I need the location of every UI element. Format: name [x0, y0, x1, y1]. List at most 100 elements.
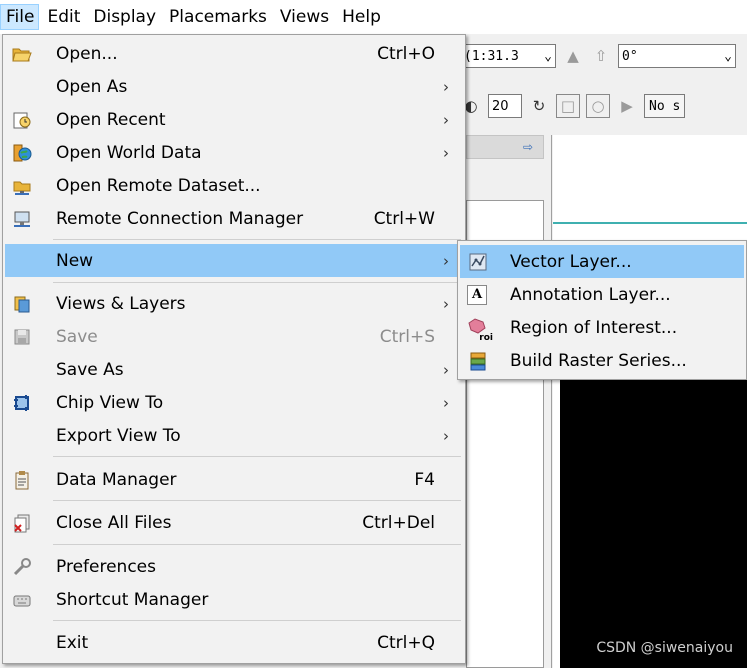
- menu-item-label: Remote Connection Manager: [56, 208, 304, 229]
- menu-item-label: Open Remote Dataset...: [56, 175, 261, 196]
- monitor-icon: [11, 208, 33, 230]
- menu-item-close-all-files[interactable]: Close All Files Ctrl+Del: [5, 506, 463, 539]
- menu-item-label: Open World Data: [56, 142, 202, 163]
- chevron-right-icon: ›: [443, 393, 449, 412]
- toolbar-row-2: ◐ 20 ↻ □ ○ ▶ No s: [460, 90, 747, 122]
- wrench-icon: [11, 556, 33, 578]
- menu-item-label: Chip View To: [56, 392, 164, 413]
- menu-separator: [53, 544, 461, 545]
- menu-item-save-as[interactable]: Save As ›: [5, 353, 463, 386]
- folder-open-icon: [11, 43, 33, 65]
- menu-item-remote-connection-manager[interactable]: Remote Connection Manager Ctrl+W: [5, 202, 463, 235]
- menubar: File Edit Display Placemarks Views Help: [0, 0, 747, 34]
- menu-item-label: Close All Files: [56, 512, 172, 533]
- menu-item-label: Open As: [56, 76, 128, 97]
- menu-item-open-as[interactable]: Open As ›: [5, 70, 463, 103]
- menu-item-preferences[interactable]: Preferences: [5, 550, 463, 583]
- stretch-field[interactable]: 20: [488, 94, 522, 118]
- menu-edit[interactable]: Edit: [41, 4, 85, 30]
- chevron-right-icon: ›: [443, 294, 449, 313]
- rotation-combo[interactable]: 0° ⌄: [618, 44, 736, 68]
- keyboard-icon: [11, 589, 33, 611]
- shortcut-label: F4: [414, 469, 435, 490]
- menu-item-views-layers[interactable]: Views & Layers ›: [5, 287, 463, 320]
- roi-label: roi: [479, 332, 493, 343]
- chevron-right-icon: ›: [443, 360, 449, 379]
- shortcut-label: Ctrl+O: [377, 43, 435, 64]
- globe-icon: [11, 142, 33, 164]
- scale-value: (1:31.3: [464, 48, 519, 64]
- rotate-up-icon[interactable]: ▲: [562, 45, 584, 67]
- menu-item-label: Region of Interest...: [510, 317, 678, 338]
- menu-item-open-remote-dataset[interactable]: Open Remote Dataset...: [5, 169, 463, 202]
- menu-item-shortcut-manager[interactable]: Shortcut Manager: [5, 583, 463, 616]
- shortcut-label: Ctrl+Del: [362, 512, 435, 533]
- menu-item-open-recent[interactable]: Open Recent ›: [5, 103, 463, 136]
- menu-item-label: Build Raster Series...: [510, 350, 687, 371]
- scale-combo[interactable]: (1:31.3 ⌄: [460, 44, 556, 68]
- file-menu: Open... Ctrl+O Open As › Open Recent › O…: [2, 34, 466, 664]
- menu-item-label: Preferences: [56, 556, 156, 577]
- menu-item-label: Save As: [56, 359, 124, 380]
- dock-icon[interactable]: ⇨: [519, 139, 537, 155]
- menu-item-save: Save Ctrl+S: [5, 320, 463, 353]
- raster-view[interactable]: [560, 380, 747, 668]
- menu-separator: [53, 456, 461, 457]
- remote-dataset-icon: [11, 175, 33, 197]
- menu-item-label: Annotation Layer...: [510, 284, 671, 305]
- chevron-down-icon: ⌄: [724, 48, 732, 64]
- close-files-icon: [11, 512, 33, 534]
- pane-divider[interactable]: [551, 135, 552, 668]
- roi-icon: roi: [467, 317, 493, 343]
- menu-item-new[interactable]: New ›: [5, 244, 463, 277]
- no-stretch-box[interactable]: No s: [644, 94, 686, 118]
- chevron-right-icon: ›: [443, 251, 449, 270]
- menu-item-label: Exit: [56, 632, 89, 653]
- submenu-item-build-raster-series[interactable]: Build Raster Series...: [460, 344, 744, 377]
- raster-series-icon: [467, 350, 489, 372]
- submenu-item-vector-layer[interactable]: Vector Layer...: [460, 245, 744, 278]
- menu-file[interactable]: File: [0, 4, 40, 30]
- menu-item-label: Open Recent: [56, 109, 166, 130]
- rotation-value: 0°: [622, 48, 638, 64]
- sync-icon[interactable]: ▶: [616, 95, 638, 117]
- layer-panel-header: ⇨: [466, 135, 544, 159]
- menu-item-label: Open...: [56, 43, 118, 64]
- view-border-line: [553, 222, 747, 224]
- submenu-item-region-of-interest[interactable]: roi Region of Interest...: [460, 311, 744, 344]
- menu-item-open[interactable]: Open... Ctrl+O: [5, 37, 463, 70]
- menu-item-exit[interactable]: Exit Ctrl+Q: [5, 626, 463, 659]
- shortcut-label: Ctrl+S: [379, 326, 435, 347]
- menu-item-label: Export View To: [56, 425, 181, 446]
- menu-item-label: Data Manager: [56, 469, 177, 490]
- new-submenu: Vector Layer... A Annotation Layer... ro…: [457, 240, 747, 380]
- watermark: CSDN @siwenaiyou: [596, 640, 733, 656]
- chip-icon: [11, 392, 33, 414]
- menu-item-data-manager[interactable]: Data Manager F4: [5, 463, 463, 496]
- menu-separator: [53, 500, 461, 501]
- menu-display[interactable]: Display: [87, 4, 161, 30]
- menu-item-label: Shortcut Manager: [56, 589, 209, 610]
- save-icon: [11, 326, 33, 348]
- menu-item-export-view-to[interactable]: Export View To ›: [5, 419, 463, 452]
- submenu-item-annotation-layer[interactable]: A Annotation Layer...: [460, 278, 744, 311]
- chevron-right-icon: ›: [443, 426, 449, 445]
- shortcut-label: Ctrl+Q: [377, 632, 435, 653]
- menu-item-chip-view-to[interactable]: Chip View To ›: [5, 386, 463, 419]
- chevron-right-icon: ›: [443, 143, 449, 162]
- menu-help[interactable]: Help: [336, 4, 386, 30]
- refresh-icon[interactable]: ↻: [528, 95, 550, 117]
- chevron-right-icon: ›: [443, 110, 449, 129]
- menu-item-label: New: [56, 250, 94, 271]
- menu-item-label: Vector Layer...: [510, 251, 632, 272]
- menu-views[interactable]: Views: [274, 4, 334, 30]
- toolbar-row-1: (1:31.3 ⌄ ▲ ⇧ 0° ⌄: [460, 40, 747, 72]
- zoom-extent-icon[interactable]: □: [556, 94, 580, 118]
- menu-item-open-world-data[interactable]: Open World Data ›: [5, 136, 463, 169]
- vector-layer-icon: [467, 251, 489, 273]
- menu-separator: [53, 620, 461, 621]
- recent-icon: [11, 109, 33, 131]
- menu-placemarks[interactable]: Placemarks: [163, 4, 272, 30]
- pan-icon[interactable]: ○: [586, 94, 610, 118]
- rotate-north-icon[interactable]: ⇧: [590, 45, 612, 67]
